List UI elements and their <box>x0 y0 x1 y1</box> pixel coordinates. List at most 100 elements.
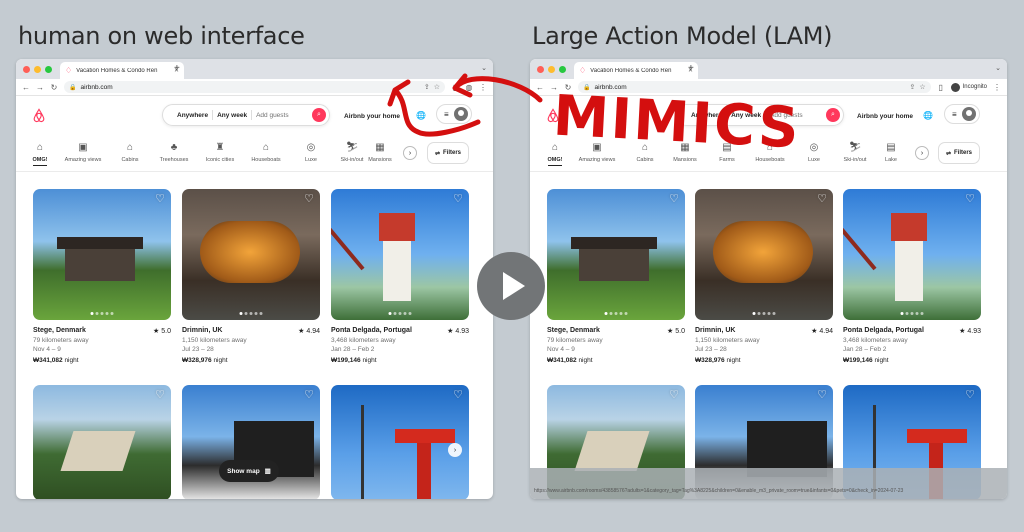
listing-card[interactable]: ♡ Stege, Denmark ★ 5.0 79 kilometers away… <box>547 189 685 364</box>
listing-dates: Jul 23 – 28 <box>182 346 214 353</box>
globe-icon[interactable]: 🌐 <box>923 111 933 120</box>
category-amazing-views[interactable]: ▣ Amazing views <box>59 142 107 163</box>
listing-photo[interactable]: ♡ <box>331 385 469 499</box>
search-bar[interactable]: Anywhere Any week Add guests ⌕ <box>162 104 330 126</box>
category-treehouses[interactable]: ♣ Treehouses <box>150 142 198 163</box>
search-where[interactable]: Anywhere <box>173 112 212 119</box>
browser-tab[interactable]: ♢ Vacation Homes & Condo Ren ✕ <box>60 62 184 79</box>
listing-photo[interactable]: ♡ <box>695 189 833 320</box>
user-menu-button[interactable]: ≡ <box>944 104 980 124</box>
category-lake[interactable]: ▤ Lake <box>876 142 906 163</box>
heart-icon[interactable]: ♡ <box>965 194 975 205</box>
heart-icon[interactable]: ♡ <box>965 390 975 401</box>
category-next-icon[interactable]: › <box>915 146 929 160</box>
maximize-window-icon[interactable] <box>45 66 52 73</box>
filters-button[interactable]: ⇌ Filters <box>938 142 980 164</box>
listing-price: ₩328,976 <box>695 357 725 364</box>
url-field[interactable]: 🔒 airbnb.com ⇪ ☆ <box>64 81 445 93</box>
category-mansions[interactable]: ▦ Mansions <box>366 142 394 163</box>
heart-icon[interactable]: ♡ <box>304 194 314 205</box>
listing-card[interactable]: ♡ Ponta Delgada, Portugal ★ 4.93 3,468 ki… <box>331 189 469 364</box>
user-menu-button[interactable]: ≡ <box>436 104 472 124</box>
heart-icon[interactable]: ♡ <box>453 390 463 401</box>
listing-photo[interactable]: ♡ <box>843 189 981 320</box>
airbnb-logo-icon[interactable] <box>32 108 46 123</box>
heart-icon[interactable]: ♡ <box>669 194 679 205</box>
search-when[interactable]: Any week <box>213 112 251 119</box>
category-label: Ski-in/out <box>340 157 364 163</box>
heart-icon[interactable]: ♡ <box>817 194 827 205</box>
listing-photo[interactable]: ♡ <box>547 189 685 320</box>
share-icon[interactable]: ⇪ <box>909 83 915 91</box>
browser-window-human: ♢ Vacation Homes & Condo Ren ✕ + ⌄ ← → ↻… <box>16 59 493 499</box>
browser-tab[interactable]: ♢ Vacation Homes & Condo Ren ✕ <box>574 62 698 79</box>
heart-icon[interactable]: ♡ <box>669 390 679 401</box>
new-tab-icon[interactable]: + <box>174 63 180 74</box>
show-map-button[interactable]: Show map ▥ <box>219 460 279 482</box>
listing-card[interactable]: ♡ Ponta Delgada, Portugal ★ 4.93 3,468 ki… <box>843 189 981 364</box>
minimize-window-icon[interactable] <box>34 66 41 73</box>
filters-button[interactable]: ⇌ Filters <box>427 142 469 164</box>
search-guests[interactable]: Add guests <box>252 112 312 119</box>
heart-icon[interactable]: ♡ <box>453 194 463 205</box>
category-cabins[interactable]: ⌂ Cabins <box>106 142 154 163</box>
airbnb-your-home-link[interactable]: Airbnb your home <box>344 113 400 120</box>
category-label: Cabins <box>121 157 139 163</box>
menu-kebab-icon[interactable]: ⋮ <box>479 83 487 92</box>
listing-photo[interactable]: ♡ <box>182 189 320 320</box>
new-tab-icon[interactable]: + <box>688 63 694 74</box>
reload-icon[interactable]: ↻ <box>50 83 58 92</box>
sidebar-icon[interactable]: ▯ <box>937 83 945 92</box>
share-icon[interactable]: ⇪ <box>424 83 430 91</box>
tab-search-chevron-icon[interactable]: ⌄ <box>481 64 487 72</box>
listing-price: ₩199,146 <box>331 357 361 364</box>
profile-icon[interactable]: ◍ <box>465 83 473 92</box>
bookmark-star-icon[interactable]: ☆ <box>919 83 925 91</box>
show-map-label: Show map <box>227 467 260 475</box>
play-button[interactable] <box>477 252 545 320</box>
heart-icon[interactable]: ♡ <box>817 390 827 401</box>
listing-card[interactable]: ♡ <box>33 385 171 499</box>
airbnb-your-home-link[interactable]: Airbnb your home <box>857 113 913 120</box>
forward-icon[interactable]: → <box>36 83 44 92</box>
listing-card[interactable]: ♡ Drimnin, UK ★ 4.94 1,150 kilometers awa… <box>695 189 833 364</box>
address-bar: ← → ↻ 🔒 airbnb.com ⇪ ☆ ▯ ◍ ⋮ <box>16 79 493 96</box>
listing-rating: ★ 4.93 <box>959 328 981 335</box>
heart-icon[interactable]: ♡ <box>155 390 165 401</box>
listing-title: Drimnin, UK <box>182 327 223 334</box>
listing-card[interactable]: ♡ Drimnin, UK ★ 4.94 1,150 kilometers awa… <box>182 189 320 364</box>
listing-card[interactable]: ♡ <box>331 385 469 499</box>
category-houseboats[interactable]: ⌂ Houseboats <box>242 142 290 163</box>
globe-icon[interactable]: 🌐 <box>416 111 426 120</box>
listing-photo[interactable]: ♡ <box>33 189 171 320</box>
menu-kebab-icon[interactable]: ⋮ <box>993 83 1001 92</box>
incognito-indicator[interactable]: Incognito <box>950 82 987 92</box>
minimize-window-icon[interactable] <box>548 66 555 73</box>
sidebar-icon[interactable]: ▯ <box>451 83 459 92</box>
back-icon[interactable]: ← <box>536 83 544 92</box>
heart-icon[interactable]: ♡ <box>155 194 165 205</box>
tab-search-chevron-icon[interactable]: ⌄ <box>995 64 1001 72</box>
search-icon[interactable]: ⌕ <box>312 108 326 122</box>
photo-next-icon[interactable]: › <box>448 443 462 457</box>
listing-photo[interactable]: ♡ <box>331 189 469 320</box>
category-label: Iconic cities <box>205 157 235 163</box>
category-iconic-cities[interactable]: ♜ Iconic cities <box>196 142 244 163</box>
listing-photo[interactable]: ♡ <box>33 385 171 499</box>
filters-label: Filters <box>443 150 462 156</box>
category-next-icon[interactable]: › <box>403 146 417 160</box>
back-icon[interactable]: ← <box>22 83 30 92</box>
listing-price: ₩199,146 <box>843 357 873 364</box>
maximize-window-icon[interactable] <box>559 66 566 73</box>
listing-card[interactable]: ♡ Stege, Denmark ★ 5.0 79 kilometers away… <box>33 189 171 364</box>
price-unit: night <box>872 357 889 364</box>
ski-icon: ⛷ <box>345 142 359 153</box>
heart-icon[interactable]: ♡ <box>304 390 314 401</box>
category-omg[interactable]: ⌂ OMG! <box>16 142 64 166</box>
close-window-icon[interactable] <box>537 66 544 73</box>
search-icon[interactable]: ⌕ <box>826 108 840 122</box>
bookmark-star-icon[interactable]: ☆ <box>434 83 440 91</box>
category-ski-in-out[interactable]: ⛷ Ski-in/out <box>831 142 879 163</box>
close-window-icon[interactable] <box>23 66 30 73</box>
sliders-icon: ⇌ <box>945 150 951 157</box>
